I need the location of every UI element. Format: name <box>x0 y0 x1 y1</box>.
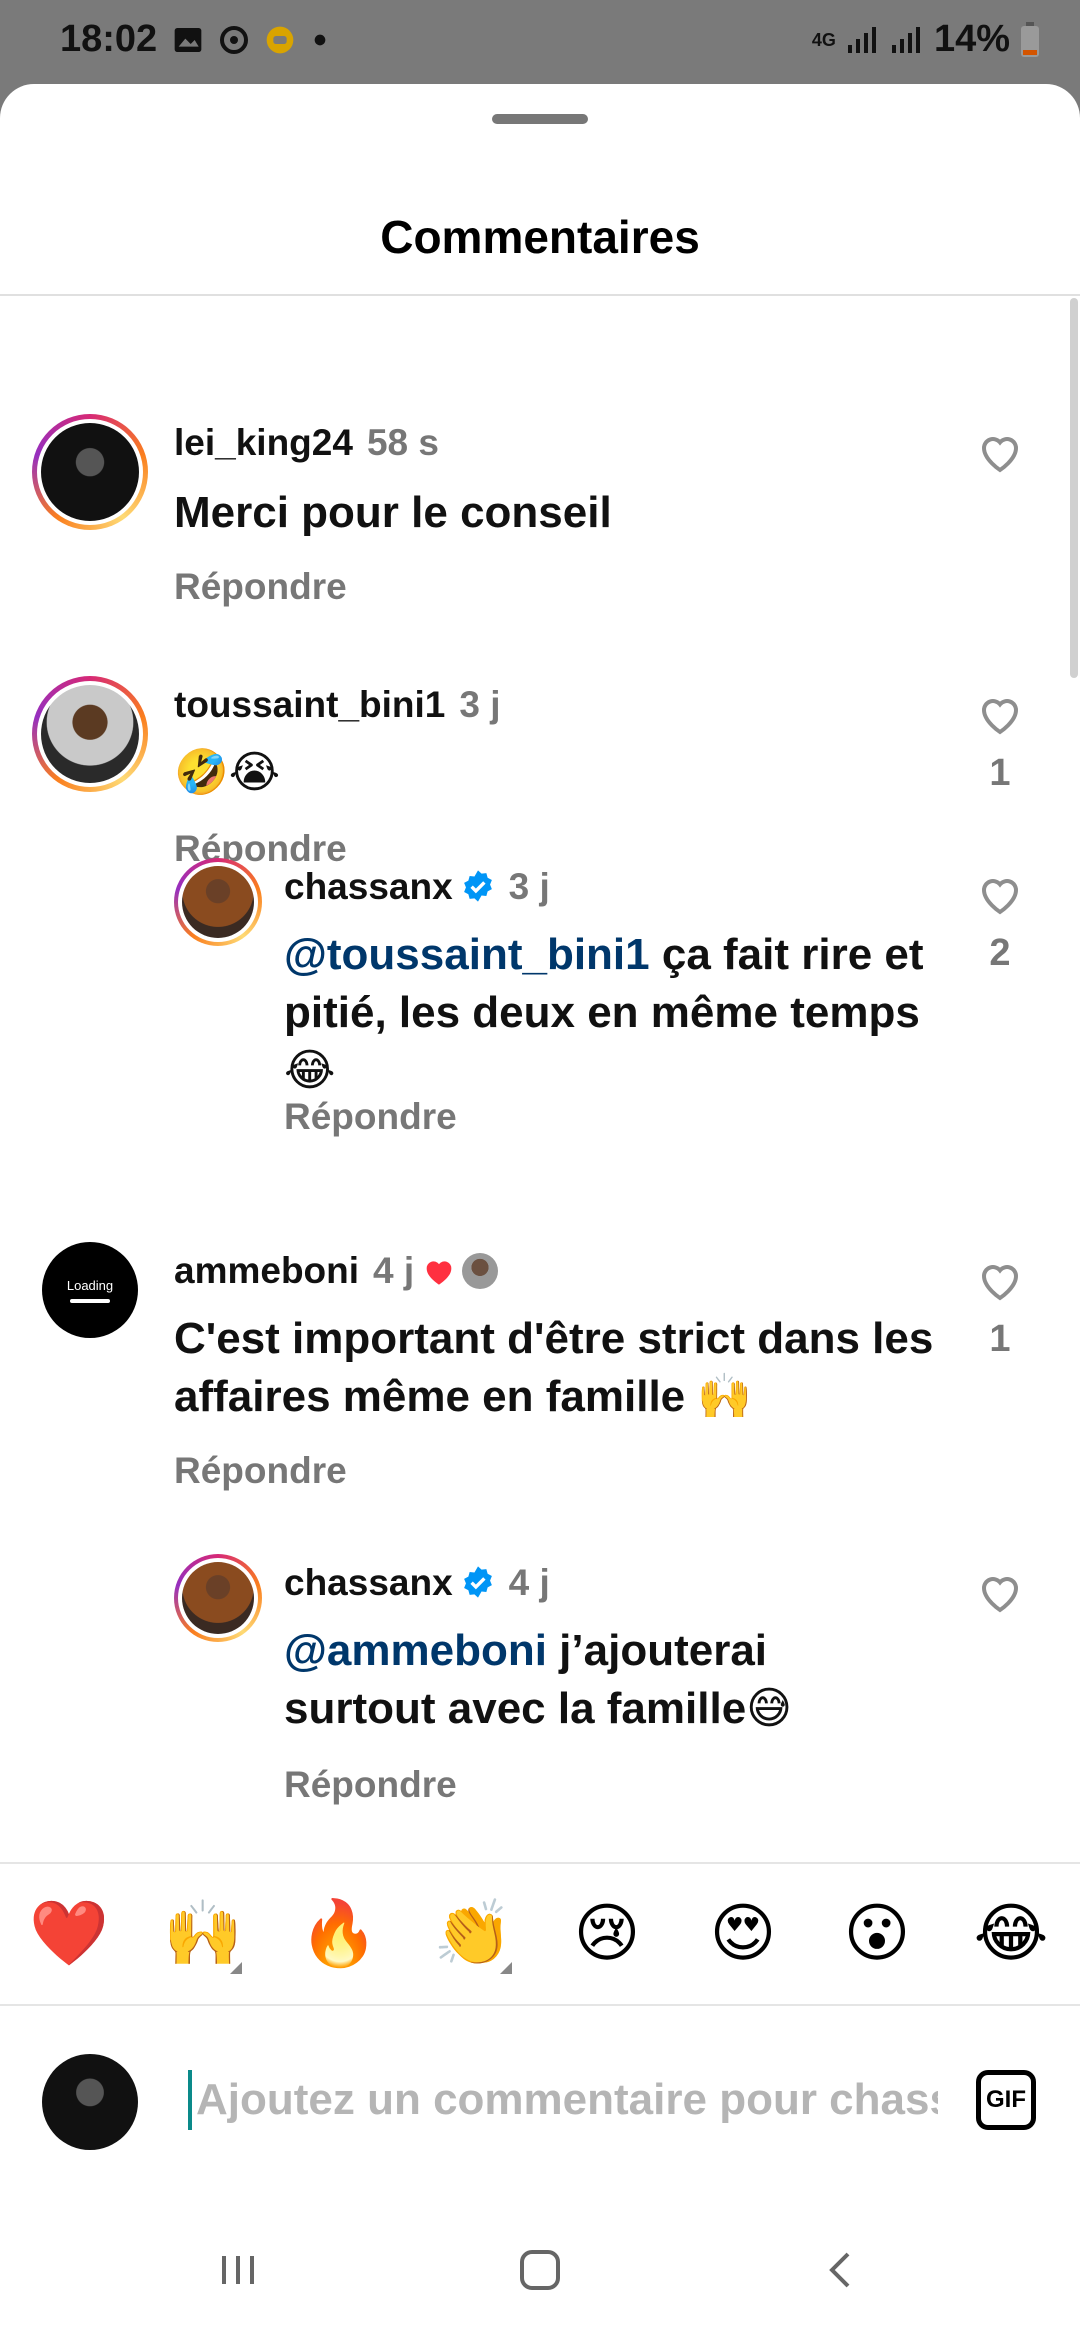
emoji-reaction-bar: ❤️ 🙌 🔥 👏 😢 😍 😮 😂 <box>0 1862 1080 2004</box>
avatar[interactable] <box>32 414 148 530</box>
emoji-raised-hands-button[interactable]: 🙌 <box>158 1888 248 1978</box>
username[interactable]: ammeboni <box>174 1250 359 1291</box>
avatar[interactable]: Loading <box>42 1242 138 1338</box>
comment-time: 4 j <box>373 1250 415 1291</box>
status-bar: 18:02 4G 14% <box>0 0 1080 84</box>
divider <box>0 294 1080 296</box>
dot-icon <box>314 34 326 46</box>
status-time: 18:02 <box>60 18 158 60</box>
comment-text: @ammeboni j’ajouterai surtout avec la fa… <box>284 1626 793 1733</box>
emoji-heart-button[interactable]: ❤️ <box>24 1888 114 1978</box>
reply-button[interactable]: Répondre <box>174 566 347 608</box>
avatar[interactable] <box>174 858 262 946</box>
heart-icon[interactable] <box>976 690 1024 738</box>
like-count: 1 <box>989 752 1011 794</box>
comment-input[interactable] <box>188 2070 938 2130</box>
comment-composer: GIF <box>0 2004 1080 2198</box>
like-count: 2 <box>989 932 1011 974</box>
image-icon <box>174 28 202 52</box>
sync-icon <box>220 26 248 54</box>
scrollbar[interactable] <box>1070 298 1078 678</box>
author-mini-avatar <box>462 1253 499 1289</box>
avatar[interactable] <box>174 1554 262 1642</box>
reply-button[interactable]: Répondre <box>174 1450 347 1492</box>
username[interactable]: lei_king24 <box>174 422 353 463</box>
signal-icon <box>891 26 920 53</box>
emoji-surprised-button[interactable]: 😮 <box>832 1888 922 1978</box>
heart-icon[interactable] <box>976 428 1024 476</box>
recent-apps-icon[interactable] <box>208 2240 268 2300</box>
coin-icon <box>266 26 294 54</box>
username[interactable]: chassanx <box>284 866 453 907</box>
comment-time: 3 j <box>508 866 550 907</box>
battery-percent: 14% <box>933 18 1010 60</box>
comment-text: @toussaint_bini1 ça fait rire et pitié, … <box>284 930 924 1095</box>
comment-text: C'est important d'être strict dans les a… <box>174 1314 934 1421</box>
system-navigation-bar <box>0 2198 1080 2340</box>
home-icon[interactable] <box>510 2240 570 2300</box>
liked-by-author-heart-icon <box>426 1261 452 1285</box>
emoji-sad-button[interactable]: 😢 <box>562 1888 652 1978</box>
heart-icon[interactable] <box>976 1256 1024 1304</box>
emoji-clap-button[interactable]: 👏 <box>428 1888 518 1978</box>
mention-link[interactable]: @ammeboni <box>284 1626 547 1675</box>
comment-time: 4 j <box>508 1562 550 1603</box>
like-count: 1 <box>989 1318 1011 1360</box>
heart-icon[interactable] <box>976 1568 1024 1616</box>
mention-link[interactable]: @toussaint_bini1 <box>284 930 650 979</box>
drag-handle[interactable] <box>492 114 588 124</box>
avatar[interactable] <box>32 676 148 792</box>
signal-icon <box>847 26 876 53</box>
verified-badge-icon <box>463 870 492 902</box>
emoji-fire-button[interactable]: 🔥 <box>294 1888 384 1978</box>
comment-time: 3 j <box>459 684 501 725</box>
username[interactable]: toussaint_bini1 <box>174 684 445 725</box>
reply-button[interactable]: Répondre <box>284 1764 457 1806</box>
back-icon[interactable] <box>812 2240 872 2300</box>
my-avatar <box>42 2054 138 2150</box>
avatar-loading-label: Loading <box>66 1278 114 1293</box>
status-indicators: 4G 14% <box>812 18 1040 61</box>
heart-icon[interactable] <box>976 870 1024 918</box>
reply-button[interactable]: Répondre <box>284 1096 457 1138</box>
comment-text: Merci pour le conseil <box>174 488 612 537</box>
network-label: 4G <box>811 29 836 50</box>
emoji-heart-eyes-button[interactable]: 😍 <box>698 1888 788 1978</box>
comment-time: 58 s <box>366 422 439 463</box>
emoji-laugh-button[interactable]: 😂 <box>966 1888 1056 1978</box>
username[interactable]: chassanx <box>284 1562 453 1603</box>
battery-icon <box>1021 21 1039 57</box>
gif-button[interactable]: GIF <box>976 2070 1036 2130</box>
comment-text: 🤣😭 <box>174 748 281 797</box>
verified-badge-icon <box>463 1566 492 1598</box>
sheet-title: Commentaires <box>380 211 700 263</box>
